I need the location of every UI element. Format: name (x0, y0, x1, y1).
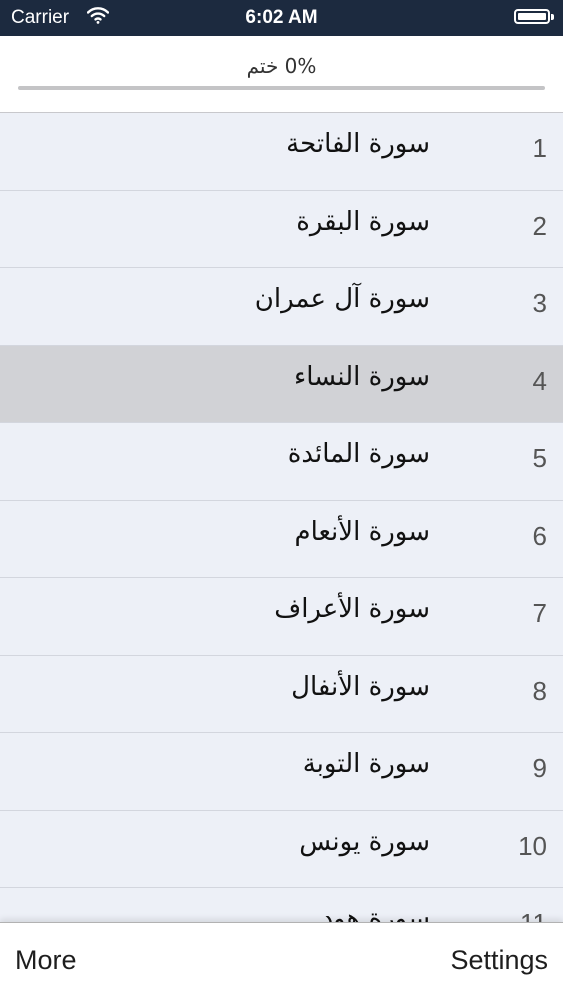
surah-name: سورة المائدة (287, 439, 430, 469)
surah-row[interactable]: سورة هود 11 (0, 888, 563, 922)
progress-label: 0% ختم (246, 54, 317, 78)
surah-number: 10 (518, 830, 547, 861)
surah-name: سورة يونس (299, 826, 430, 857)
surah-name: سورة الأعراف (274, 594, 430, 624)
surah-name: سورة الأنعام (294, 516, 430, 547)
surah-name: سورة البقرة (296, 206, 430, 237)
battery-icon (514, 9, 554, 24)
surah-number: 4 (532, 365, 547, 396)
surah-name: سورة النساء (294, 361, 430, 392)
surah-number: 9 (532, 753, 547, 783)
progress-header: 0% ختم (0, 36, 563, 113)
surah-name: سورة الفاتحة (286, 129, 430, 159)
surah-row[interactable]: سورة يونس 10 (0, 810, 563, 888)
surah-number: 11 (520, 908, 547, 922)
surah-number: 7 (532, 598, 547, 628)
surah-row[interactable]: سورة النساء 4 (0, 345, 563, 423)
surah-number: 1 (532, 133, 547, 163)
more-button[interactable]: More (15, 945, 77, 976)
surah-number: 6 (532, 520, 547, 551)
surah-list[interactable]: سورة الفاتحة 1 سورة البقرة 2 سورة آل عمران 3 س… (0, 113, 563, 922)
surah-row[interactable]: سورة آل عمران 3 (0, 268, 563, 346)
surah-name: سورة التوبة (302, 749, 430, 779)
surah-row[interactable]: سورة الأعراف 7 (0, 578, 563, 656)
surah-name: سورة الأنفال (291, 671, 430, 702)
surah-row[interactable]: سورة البقرة 2 (0, 190, 563, 268)
surah-number: 8 (532, 675, 547, 706)
status-bar: Carrier 6:02 AM (0, 0, 563, 36)
tab-bar: More Settings (0, 922, 563, 1000)
surah-row[interactable]: سورة المائدة 5 (0, 423, 563, 501)
surah-row[interactable]: سورة التوبة 9 (0, 733, 563, 811)
surah-row[interactable]: سورة الفاتحة 1 (0, 113, 563, 191)
surah-number: 3 (532, 288, 547, 318)
surah-number: 5 (532, 443, 547, 473)
status-time: 6:02 AM (245, 7, 318, 28)
surah-name: سورة هود (321, 904, 430, 922)
settings-button[interactable]: Settings (450, 945, 548, 976)
surah-number: 2 (532, 210, 547, 241)
surah-row[interactable]: سورة الأنفال 8 (0, 655, 563, 733)
progress-bar (18, 86, 545, 90)
surah-name: سورة آل عمران (254, 284, 430, 314)
surah-row[interactable]: سورة الأنعام 6 (0, 500, 563, 578)
